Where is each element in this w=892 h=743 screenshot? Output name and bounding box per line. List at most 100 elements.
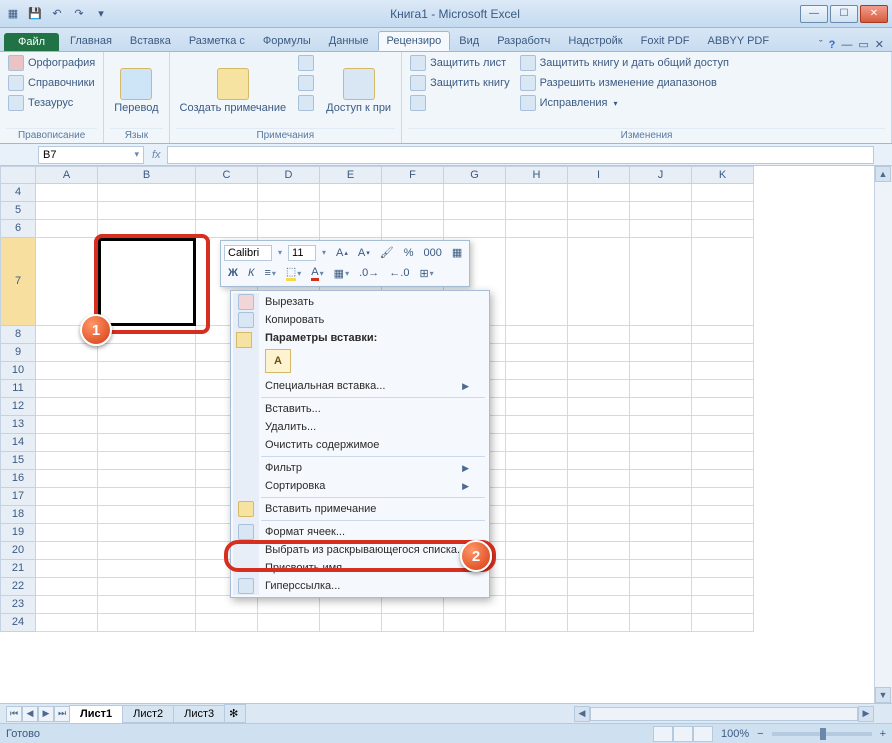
- col-header[interactable]: K: [692, 166, 754, 184]
- italic-button[interactable]: К: [244, 265, 258, 281]
- tab-layout[interactable]: Разметка с: [180, 31, 254, 51]
- ctx-cut[interactable]: Вырезать: [233, 293, 487, 311]
- ctx-copy[interactable]: Копировать: [233, 311, 487, 329]
- row-header[interactable]: 21: [0, 560, 36, 578]
- allow-ranges-button[interactable]: Разрешить изменение диапазонов: [518, 74, 731, 92]
- help-icon[interactable]: ?: [829, 39, 836, 51]
- decrease-decimal-icon[interactable]: ←.0: [385, 265, 413, 281]
- format-painter-icon[interactable]: 🖌: [376, 244, 398, 261]
- ctx-format-cells[interactable]: Формат ячеек...: [233, 523, 487, 541]
- row-header[interactable]: 7: [0, 238, 36, 326]
- border-icon[interactable]: ▦▾: [330, 265, 353, 282]
- mdi-close-icon[interactable]: ✕: [875, 38, 884, 51]
- sheet-tab-3[interactable]: Лист3: [173, 705, 225, 723]
- track-changes-button[interactable]: Исправления▾: [518, 94, 731, 112]
- row-header[interactable]: 4: [0, 184, 36, 202]
- zoom-out-button[interactable]: −: [757, 728, 763, 740]
- row-header[interactable]: 10: [0, 362, 36, 380]
- row-header[interactable]: 9: [0, 344, 36, 362]
- col-header[interactable]: D: [258, 166, 320, 184]
- font-color-icon[interactable]: A▾: [307, 264, 327, 283]
- row-header[interactable]: 13: [0, 416, 36, 434]
- share-book-button[interactable]: [408, 94, 512, 112]
- col-header[interactable]: E: [320, 166, 382, 184]
- ctx-dropdown-list[interactable]: Выбрать из раскрывающегося списка...: [233, 541, 487, 559]
- ctx-paste-special[interactable]: Специальная вставка...▶: [233, 377, 487, 395]
- ctx-sort[interactable]: Сортировка▶: [233, 477, 487, 495]
- bold-button[interactable]: Ж: [224, 265, 242, 281]
- col-header[interactable]: I: [568, 166, 630, 184]
- ctx-insert[interactable]: Вставить...: [233, 400, 487, 418]
- comment-next-button[interactable]: [296, 74, 316, 92]
- sheet-nav-first-icon[interactable]: ⏮: [6, 706, 22, 722]
- sheet-nav-next-icon[interactable]: ▶: [38, 706, 54, 722]
- fill-color-icon[interactable]: ⬚▾: [282, 263, 305, 283]
- research-button[interactable]: Справочники: [6, 74, 97, 92]
- mdi-minimize-icon[interactable]: —: [841, 39, 852, 51]
- close-button[interactable]: ✕: [860, 5, 888, 23]
- col-header[interactable]: H: [506, 166, 568, 184]
- protect-sheet-button[interactable]: Защитить лист: [408, 54, 512, 72]
- row-header[interactable]: 20: [0, 542, 36, 560]
- vertical-scrollbar[interactable]: ▲ ▼: [874, 166, 892, 703]
- col-header[interactable]: J: [630, 166, 692, 184]
- row-header[interactable]: 15: [0, 452, 36, 470]
- protect-book-button[interactable]: Защитить книгу: [408, 74, 512, 92]
- comment-prev-button[interactable]: [296, 54, 316, 72]
- sheet-tab-2[interactable]: Лист2: [122, 705, 174, 723]
- increase-decimal-icon[interactable]: .0→: [355, 265, 383, 281]
- scroll-down-icon[interactable]: ▼: [875, 687, 891, 703]
- row-header[interactable]: 19: [0, 524, 36, 542]
- mdi-restore-icon[interactable]: ▭: [858, 38, 868, 51]
- access-comments-button[interactable]: Доступ к при: [322, 54, 395, 128]
- row-header[interactable]: 8: [0, 326, 36, 344]
- paste-option-values[interactable]: A: [265, 349, 291, 373]
- font-select[interactable]: [224, 245, 272, 261]
- redo-icon[interactable]: ↷: [70, 5, 88, 23]
- thesaurus-button[interactable]: Тезаурус: [6, 94, 97, 112]
- undo-icon[interactable]: ↶: [48, 5, 66, 23]
- ribbon-minimize-icon[interactable]: ˇ: [819, 39, 823, 51]
- ctx-filter[interactable]: Фильтр▶: [233, 459, 487, 477]
- comma-icon[interactable]: 000: [420, 245, 446, 261]
- fx-icon[interactable]: fx: [146, 149, 167, 161]
- zoom-level[interactable]: 100%: [721, 728, 749, 740]
- protect-share-button[interactable]: Защитить книгу и дать общий доступ: [518, 54, 731, 72]
- tab-insert[interactable]: Вставка: [121, 31, 180, 51]
- sheet-nav-prev-icon[interactable]: ◀: [22, 706, 38, 722]
- ctx-hyperlink[interactable]: Гиперссылка...: [233, 577, 487, 595]
- row-header[interactable]: 16: [0, 470, 36, 488]
- comment-show-button[interactable]: [296, 94, 316, 112]
- percent-icon[interactable]: %: [400, 245, 418, 261]
- cell-b7[interactable]: [98, 238, 196, 326]
- minimize-button[interactable]: —: [800, 5, 828, 23]
- view-layout-button[interactable]: [673, 726, 693, 742]
- tab-home[interactable]: Главная: [61, 31, 121, 51]
- zoom-in-button[interactable]: +: [880, 728, 886, 740]
- row-header[interactable]: 11: [0, 380, 36, 398]
- cell-style-icon[interactable]: ▦: [448, 244, 466, 261]
- row-header[interactable]: 23: [0, 596, 36, 614]
- col-header[interactable]: G: [444, 166, 506, 184]
- translate-button[interactable]: Перевод: [110, 54, 162, 128]
- scroll-right-icon[interactable]: ▶: [858, 706, 874, 722]
- tab-addins[interactable]: Надстройк: [559, 31, 631, 51]
- qat-dropdown-icon[interactable]: ▾: [92, 5, 110, 23]
- row-header[interactable]: 24: [0, 614, 36, 632]
- ctx-define-name[interactable]: Присвоить имя...: [233, 559, 487, 577]
- col-header[interactable]: A: [36, 166, 98, 184]
- formula-input[interactable]: [167, 146, 874, 164]
- save-icon[interactable]: 💾: [26, 5, 44, 23]
- tab-developer[interactable]: Разработч: [488, 31, 559, 51]
- shrink-font-icon[interactable]: A▾: [354, 245, 374, 261]
- maximize-button[interactable]: ☐: [830, 5, 858, 23]
- row-header[interactable]: 6: [0, 220, 36, 238]
- row-header[interactable]: 22: [0, 578, 36, 596]
- scroll-up-icon[interactable]: ▲: [875, 166, 891, 182]
- ctx-delete[interactable]: Удалить...: [233, 418, 487, 436]
- row-header[interactable]: 5: [0, 202, 36, 220]
- ctx-insert-comment[interactable]: Вставить примечание: [233, 500, 487, 518]
- tab-foxit[interactable]: Foxit PDF: [632, 31, 699, 51]
- tab-data[interactable]: Данные: [320, 31, 378, 51]
- row-header[interactable]: 17: [0, 488, 36, 506]
